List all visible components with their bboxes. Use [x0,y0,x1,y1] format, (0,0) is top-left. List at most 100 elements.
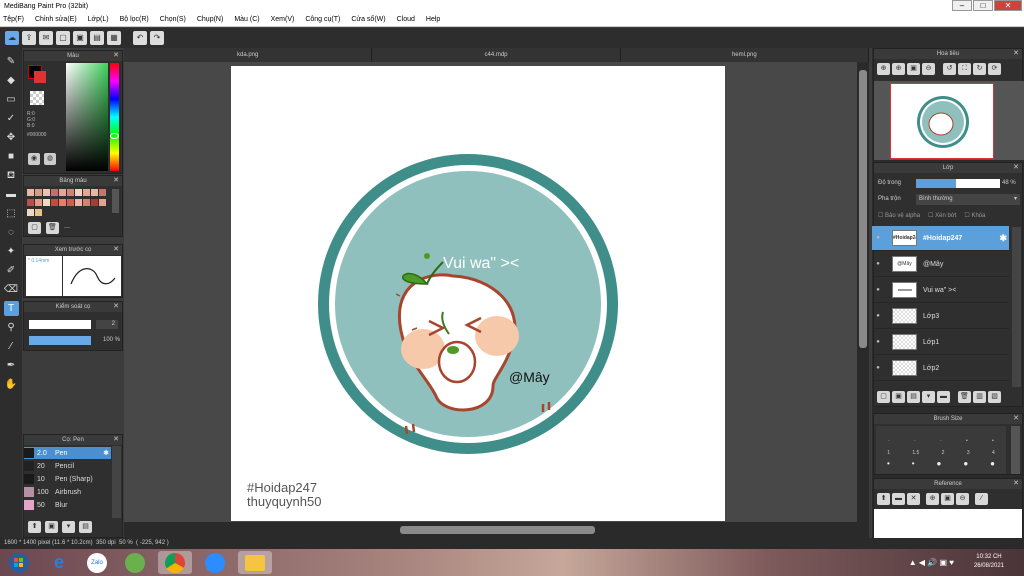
menu-snap[interactable]: Chụp(N) [197,16,223,23]
select-tool-icon[interactable]: ⬚ [4,206,19,221]
eye-icon[interactable]: ● [872,313,884,319]
close-icon[interactable]: ✕ [1013,479,1019,489]
divide-tool-icon[interactable]: ⚲ [4,320,19,335]
brush-settings-icon[interactable]: ▣ [45,521,58,533]
zoom-icon[interactable] [198,551,232,574]
select-pen-icon[interactable]: ✐ [4,263,19,278]
drawing-canvas[interactable]: Vui wa" >< @Mây #Hoidap247 thuyquynh50 [231,66,725,521]
eye-icon[interactable]: ● [872,339,884,345]
comment-icon[interactable]: ✉ [39,31,53,45]
brush-menu-icon[interactable]: ▾ [62,521,75,533]
layer-row[interactable]: ● @Mây @Mây [872,252,1009,277]
gear-icon[interactable]: ✱ [999,233,1007,244]
folder-icon[interactable]: ▬ [937,391,950,403]
eye-icon[interactable]: ● [872,261,884,267]
size-option[interactable]: 2 [942,450,945,456]
size-option[interactable]: 3 [967,450,970,456]
layer-menu-icon[interactable]: ▾ [922,391,935,403]
zoom-in-icon[interactable]: ⊕ [877,63,890,75]
tray-icons[interactable]: ▲ ◀ 🔊 ▣ ♥ [909,558,954,567]
close-icon[interactable]: ✕ [1013,414,1019,424]
zoom-in-icon[interactable]: ⊕ [926,493,939,505]
minimize-button[interactable]: – [952,0,972,11]
close-icon[interactable]: ✕ [113,245,119,255]
size-option[interactable]: 1 [887,450,890,456]
size-option[interactable]: 4 [992,450,995,456]
explorer-icon[interactable] [238,551,272,574]
lock-checkbox[interactable]: ☐ Khóa [964,212,985,219]
menu-layer[interactable]: Lớp(L) [88,16,109,23]
menu-file[interactable]: Tệp(F) [3,16,24,23]
transparent-swatch[interactable] [30,91,44,105]
brush-size-grid[interactable]: · · · • • 1 1.5 2 3 4 • • ● ● ● [876,426,1006,474]
color-swatches[interactable] [27,189,111,219]
rect-tool-icon[interactable]: ▭ [4,92,19,107]
maximize-button[interactable]: □ [973,0,993,11]
brush-copy-icon[interactable]: ▤ [79,521,92,533]
chrome-icon[interactable] [158,551,192,574]
close-icon[interactable]: ✕ [1013,49,1019,59]
close-icon[interactable]: ✕ [113,176,119,186]
blend-mode-select[interactable]: Bình thường ▾ [916,194,1020,205]
hue-handle[interactable] [110,133,119,139]
layer-row[interactable]: ● Lớp2 [872,356,1009,381]
menu-select[interactable]: Chọn(S) [160,16,186,23]
menu-view[interactable]: Xem(V) [271,16,295,23]
close-button[interactable]: ✕ [994,0,1022,11]
dot-tool-icon[interactable]: ✓ [4,111,19,126]
brush-item[interactable]: 100 Airbrush [24,486,111,498]
reset-icon[interactable]: ⟳ [988,63,1001,75]
text-tool-icon[interactable]: T [3,301,19,316]
brush-size-slider[interactable] [29,320,91,329]
fit-icon[interactable]: ▣ [907,63,920,75]
reference-area[interactable] [874,509,1022,538]
brush-item[interactable]: 2.0 Pen ✱ [24,447,111,459]
brush-item[interactable]: 20 Pencil [24,460,111,472]
layer-settings-icon[interactable]: ▥ [973,391,986,403]
eye-icon[interactable]: ● [872,365,884,371]
navigator-preview[interactable] [890,83,994,159]
size-option[interactable]: 1.5 [912,450,919,456]
new-file-icon[interactable]: ▢ [56,31,70,45]
eyedropper-icon[interactable]: ⁄ [975,493,988,505]
lasso-tool-icon[interactable]: ◌ [4,225,19,240]
color-wheel-icon[interactable]: ◍ [44,153,56,165]
move-tool-icon[interactable]: ✥ [4,130,19,145]
brush-opacity-slider[interactable] [29,336,91,345]
gradient-tool-icon[interactable]: ▬ [4,187,19,202]
hue-slider[interactable] [110,63,119,171]
layer-scrollbar[interactable] [1012,227,1021,387]
tab-kda[interactable]: kda.png [124,48,373,62]
cloud-icon[interactable]: ☁ [5,31,19,45]
upload-icon[interactable]: ⬆ [877,493,890,505]
delete-color-icon[interactable]: 🗑 [46,222,59,234]
fill-rect-icon[interactable]: ■ [4,149,19,164]
palette-icon[interactable]: ◉ [28,153,40,165]
zoom-in-alt-icon[interactable]: ⊕ [892,63,905,75]
pen-tool-icon[interactable]: ✒ [4,358,19,373]
save-icon[interactable]: ▣ [73,31,87,45]
hand-tool-icon[interactable]: ✋ [4,377,19,392]
layer-row[interactable]: ● Vui wa" >< [872,278,1009,303]
copy-layer-icon[interactable]: ▣ [892,391,905,403]
gear-icon[interactable]: ✱ [103,449,109,457]
zoom-out-icon[interactable]: ⊖ [956,493,969,505]
layer-opacity-slider[interactable] [916,179,1000,188]
layer-row[interactable]: ● Lớp1 [872,330,1009,355]
eraser-tool-icon[interactable]: ◆ [4,73,19,88]
share-icon[interactable]: ⇪ [22,31,36,45]
layer-row[interactable]: ● Lớp3 [872,304,1009,329]
magic-wand-icon[interactable]: ✦ [4,244,19,259]
layer-props-icon[interactable]: ▧ [988,391,1001,403]
merge-layer-icon[interactable]: ▤ [907,391,920,403]
ie-icon[interactable]: e [42,551,76,574]
zoom-out-icon[interactable]: ⊖ [922,63,935,75]
delete-layer-icon[interactable]: 🗑 [958,391,971,403]
open-folder-icon[interactable]: ▬ [892,493,905,505]
menu-edit[interactable]: Chỉnh sửa(E) [35,16,77,23]
brush-tool-icon[interactable]: ✎ [4,54,19,69]
zalo-icon[interactable]: Zalo [80,551,114,574]
new-layer-icon[interactable]: ▢ [877,391,890,403]
brush-item[interactable]: 10 Pen (Sharp) [24,473,111,485]
panel-icon[interactable]: ▤ [90,31,104,45]
